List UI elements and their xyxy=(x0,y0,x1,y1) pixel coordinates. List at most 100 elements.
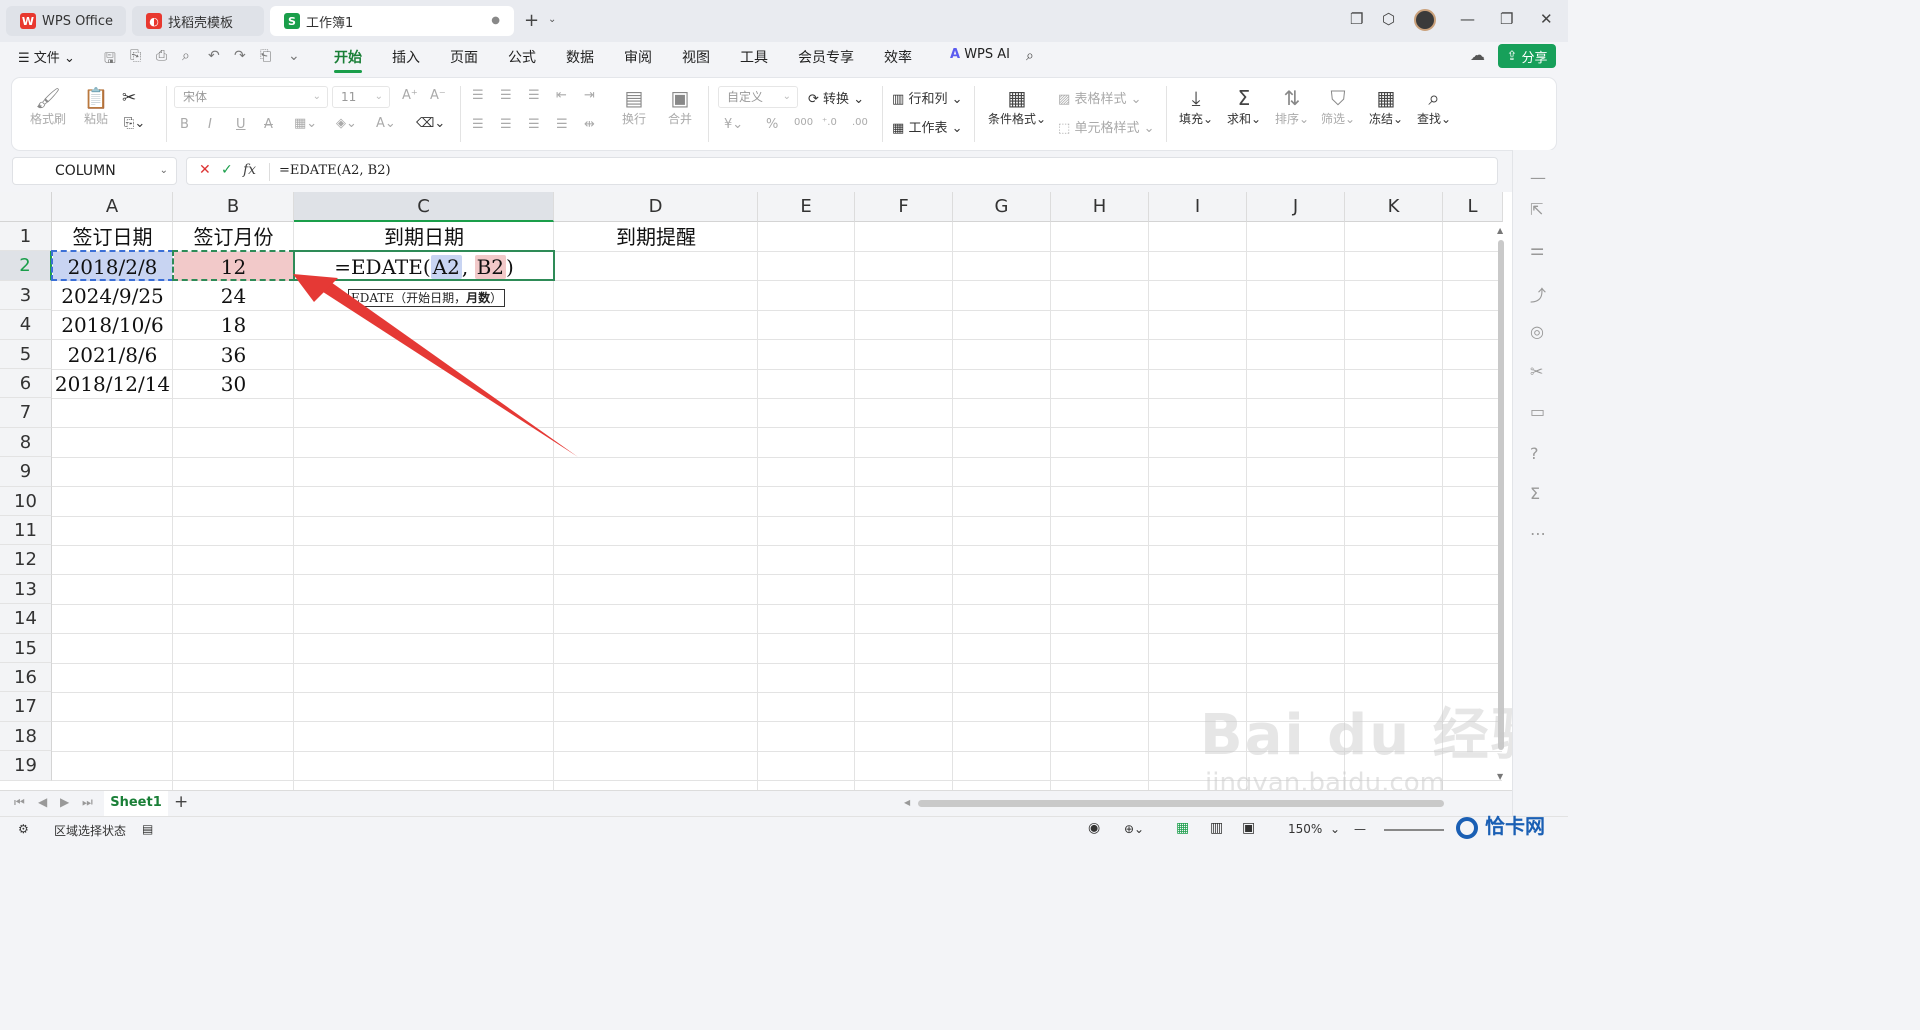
share-button[interactable]: ⇪ 分享 xyxy=(1498,44,1556,68)
indent-increase-icon[interactable]: ⇥ xyxy=(584,88,595,103)
percent-icon[interactable]: % xyxy=(766,117,778,132)
paste-button[interactable]: 📋 粘贴 xyxy=(76,86,116,127)
page-break-view-icon[interactable]: ▥ xyxy=(1210,820,1223,836)
print-preview-icon[interactable]: ⌕ xyxy=(182,48,190,64)
formula-input[interactable]: =EDATE(A2, B2) xyxy=(279,163,391,178)
eye-protection-icon[interactable]: ◉ xyxy=(1088,820,1100,836)
filter-button[interactable]: ⛉ 筛选⌄ xyxy=(1318,86,1358,127)
menu-formula[interactable]: 公式 xyxy=(508,47,536,67)
font-name-select[interactable]: 宋体 ⌄ xyxy=(174,86,328,108)
rows-cols-button[interactable]: ▥ 行和列 ⌄ xyxy=(892,88,962,107)
align-middle-icon[interactable]: ☰ xyxy=(500,88,512,103)
menu-tools[interactable]: 工具 xyxy=(740,47,768,67)
cut-icon[interactable]: ✂ xyxy=(122,88,136,108)
first-sheet-icon[interactable]: ⏮ xyxy=(14,795,25,810)
increase-decimal-icon[interactable]: ⁺.0 xyxy=(822,117,837,128)
align-top-icon[interactable]: ☰ xyxy=(472,88,484,103)
new-tab-plus-icon[interactable]: + xyxy=(524,10,539,31)
eraser-icon[interactable]: ⌫⌄ xyxy=(416,116,445,131)
undo-icon[interactable]: ↶ xyxy=(208,48,220,64)
merge-button[interactable]: ▣ 合并 xyxy=(658,86,702,127)
increase-font-icon[interactable]: A⁺ xyxy=(402,88,418,103)
confirm-formula-icon[interactable]: ✓ xyxy=(221,162,233,178)
book-icon[interactable]: ▭ xyxy=(1530,402,1545,421)
sort-button[interactable]: ⇅ 排序⌄ xyxy=(1272,86,1312,127)
page-layout-icon[interactable]: ⊕⌄ xyxy=(1124,822,1144,836)
tab-workbook1[interactable]: S 工作簿1 ● xyxy=(270,6,514,36)
file-menu[interactable]: ☰ 文件 ⌄ xyxy=(18,47,75,66)
notes-icon[interactable]: ▤ xyxy=(142,822,153,836)
normal-view-icon[interactable]: ▦ xyxy=(1176,820,1189,836)
more-icon[interactable]: ⋯ xyxy=(1530,524,1546,543)
freeze-button[interactable]: ▦ 冻结⌄ xyxy=(1366,86,1406,127)
chart-panel-icon[interactable]: ◎ xyxy=(1530,322,1544,341)
tab-wps-office[interactable]: W WPS Office xyxy=(6,6,126,36)
font-size-select[interactable]: 11 ⌄ xyxy=(332,86,390,108)
scroll-left-icon[interactable]: ◀ xyxy=(904,798,910,807)
zoom-slider[interactable] xyxy=(1384,829,1444,831)
print-icon[interactable]: ⎙ xyxy=(156,48,167,64)
minimize-icon[interactable]: — xyxy=(1460,10,1475,28)
align-center-icon[interactable]: ☰ xyxy=(500,117,512,132)
vertical-scrollbar[interactable] xyxy=(1498,240,1504,750)
name-box[interactable]: COLUMN ⌄ xyxy=(12,157,177,185)
window-restore-icon[interactable]: ❐ xyxy=(1350,10,1363,28)
menu-member[interactable]: 会员专享 xyxy=(798,47,854,67)
formula-bar[interactable]: ✕ ✓ fx =EDATE(A2, B2) xyxy=(186,157,1498,185)
decrease-decimal-icon[interactable]: .00 xyxy=(852,117,868,128)
menu-review[interactable]: 审阅 xyxy=(624,47,652,67)
format-painter-button[interactable]: 🖌 格式刷 xyxy=(28,86,68,127)
align-bottom-icon[interactable]: ☰ xyxy=(528,88,540,103)
add-sheet-icon[interactable]: + xyxy=(174,792,188,812)
tools-icon[interactable]: ✂ xyxy=(1530,362,1543,381)
sum-button[interactable]: Σ 求和⌄ xyxy=(1224,86,1264,127)
strikethrough-icon[interactable]: A xyxy=(264,117,273,132)
redo-icon[interactable]: ↷ xyxy=(234,48,246,64)
worksheet-button[interactable]: ▦ 工作表 ⌄ xyxy=(892,117,962,136)
prev-sheet-icon[interactable]: ◀ xyxy=(38,795,47,809)
bold-icon[interactable]: B xyxy=(180,117,189,132)
menu-insert[interactable]: 插入 xyxy=(392,47,420,67)
distribute-icon[interactable]: ⇹ xyxy=(584,117,595,132)
align-right-icon[interactable]: ☰ xyxy=(528,117,540,132)
settings-sliders-icon[interactable]: ⚌ xyxy=(1530,240,1544,259)
border-icon[interactable]: ▦⌄ xyxy=(294,116,317,131)
currency-icon[interactable]: ¥⌄ xyxy=(724,117,743,132)
menu-view[interactable]: 视图 xyxy=(682,47,710,67)
help-icon[interactable]: ? xyxy=(1530,444,1539,463)
search-icon[interactable]: ⌕ xyxy=(1026,48,1034,64)
insert-function-icon[interactable]: fx xyxy=(243,162,256,178)
scroll-down-icon[interactable]: ▼ xyxy=(1497,772,1503,781)
cloud-upload-icon[interactable]: ☁ xyxy=(1470,46,1485,64)
zoom-chevron-icon[interactable]: ⌄ xyxy=(1330,822,1340,836)
indent-decrease-icon[interactable]: ⇤ xyxy=(556,88,567,103)
cube-icon[interactable]: ⬡ xyxy=(1382,10,1395,28)
collapse-panel-icon[interactable]: — xyxy=(1530,168,1546,187)
save-icon[interactable]: 🖫 xyxy=(104,48,116,72)
sheet-tab-sheet1[interactable]: Sheet1 xyxy=(104,791,168,816)
macro-icon[interactable]: ⚙ xyxy=(18,822,29,836)
menu-home[interactable]: 开始 xyxy=(334,47,362,73)
unsaved-dot-icon[interactable]: ● xyxy=(491,15,500,26)
chevron-down-icon[interactable]: ⌄ xyxy=(160,158,168,184)
table-style-button[interactable]: ▨ 表格样式 ⌄ xyxy=(1058,88,1141,107)
decrease-font-icon[interactable]: A⁻ xyxy=(430,88,446,103)
select-pointer-icon[interactable]: ⇱ xyxy=(1530,200,1543,219)
cell-style-button[interactable]: ⬚ 单元格样式 ⌄ xyxy=(1058,117,1154,136)
scroll-up-icon[interactable]: ▲ xyxy=(1497,226,1503,235)
number-format-select[interactable]: 自定义 ⌄ xyxy=(718,86,798,108)
tab-docer-templates[interactable]: ◐ 找稻壳模板 xyxy=(132,6,264,36)
wrap-text-button[interactable]: ▤ 换行 xyxy=(614,86,654,127)
wps-ai-button[interactable]: A WPS AI xyxy=(950,47,1010,62)
reading-view-icon[interactable]: ▣ xyxy=(1242,820,1255,836)
last-sheet-icon[interactable]: ⏭ xyxy=(82,795,93,810)
convert-button[interactable]: ⟳ 转换 ⌄ xyxy=(808,88,864,107)
formula-panel-icon[interactable]: Σ xyxy=(1530,484,1540,503)
new-doc-icon[interactable]: ⎗ xyxy=(260,48,271,64)
menu-efficiency[interactable]: 效率 xyxy=(884,47,912,67)
next-sheet-icon[interactable]: ▶ xyxy=(60,795,69,809)
avatar[interactable] xyxy=(1414,9,1436,31)
underline-icon[interactable]: U xyxy=(236,117,246,132)
maximize-icon[interactable]: ❐ xyxy=(1500,10,1513,28)
horizontal-scrollbar[interactable] xyxy=(918,800,1444,807)
